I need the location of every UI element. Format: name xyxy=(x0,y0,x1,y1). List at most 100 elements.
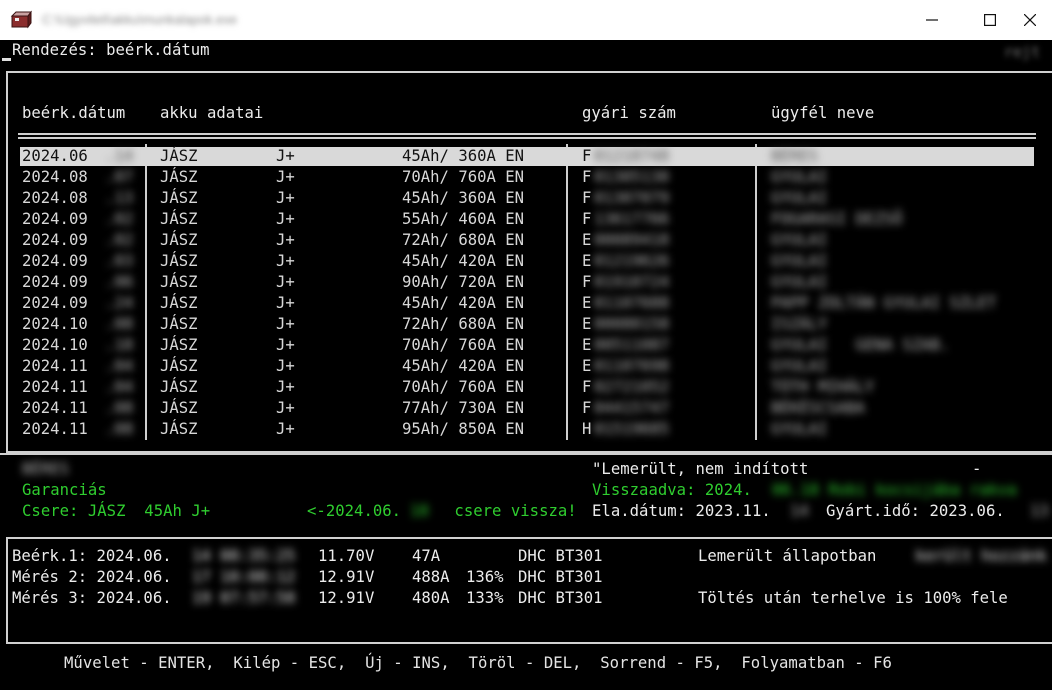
row-date-hidden: .08 xyxy=(105,420,134,438)
row-date-hidden: .13 xyxy=(105,189,134,207)
row-date: 2024.06 xyxy=(22,147,88,165)
function-key-help: Művelet - ENTER, Kilép - ESC, Új - INS, … xyxy=(64,654,892,672)
measurement-row[interactable]: Mérés 2: 2024.06. 17 10:08:12 12.91V 488A 13… xyxy=(0,567,1052,588)
table-row[interactable]: 2024.09 .02 JÁSZ J+ 72Ah/ 680A EN E 00089418 GY… xyxy=(0,230,1052,251)
returned-info: Visszaadva: 2024. xyxy=(592,481,752,499)
row-date-hidden: .02 xyxy=(105,210,134,228)
row-date: 2024.09 xyxy=(22,210,88,228)
row-customer: FOGARASI DEZSŐ xyxy=(771,210,903,228)
record-detail: BÉRES Garanciás Csere: JÁSZ 45Ah J+ <-20… xyxy=(0,459,1052,534)
measurement-label: Beérk.1: 2024.06. xyxy=(12,547,172,565)
column-header-customer: ügyfél neve xyxy=(771,104,875,122)
row-serial-prefix: F xyxy=(582,273,592,291)
measurement-note: Töltés után terhelve is 100% fele xyxy=(698,589,1008,607)
table-row[interactable]: 2024.11 .08 JÁSZ J+ 95Ah/ 850A EN H 01519685 GY… xyxy=(0,419,1052,440)
minimize-button[interactable] xyxy=(907,0,957,40)
row-serial-hidden: 01519685 xyxy=(594,420,670,438)
table-row[interactable]: 2024.08 .13 JÁSZ J+ 45Ah/ 360A EN F 01307079 GY… xyxy=(0,188,1052,209)
row-type: J+ xyxy=(276,315,295,333)
measurement-percent: 136% xyxy=(466,568,504,586)
window-titlebar: C:\Ugyviteli\akku\munkalapok.exe xyxy=(0,0,1052,40)
row-capacity: 45Ah/ 360A EN xyxy=(402,189,525,207)
row-customer: GYULAI xyxy=(771,168,828,186)
manufacture-date-hidden: 13 xyxy=(1030,502,1049,520)
row-type: J+ xyxy=(276,336,295,354)
row-customer: GYULAI xyxy=(771,273,828,291)
measurement-current: 480A xyxy=(412,589,450,607)
table-row-selected[interactable]: 2024.06 .14 JÁSZ J+ 45Ah/ 360A EN F 01218748 BÉ… xyxy=(0,146,1052,167)
row-type: J+ xyxy=(276,168,295,186)
row-brand: JÁSZ xyxy=(160,231,198,249)
column-header-battery: akku adatai xyxy=(160,104,264,122)
close-icon xyxy=(1024,14,1036,26)
measurement-voltage: 12.91V xyxy=(318,589,375,607)
row-capacity: 95Ah/ 850A EN xyxy=(402,420,525,438)
column-header-date: beérk.dátum xyxy=(22,104,126,122)
row-serial-hidden: 00511087 xyxy=(594,336,670,354)
table-row[interactable]: 2024.09 .02 JÁSZ J+ 55Ah/ 460A EN F 13617766 FO… xyxy=(0,209,1052,230)
table-row[interactable]: 2024.08 .07 JÁSZ J+ 70Ah/ 760A EN F 01305130 GY… xyxy=(0,167,1052,188)
row-capacity: 45Ah/ 420A EN xyxy=(402,252,525,270)
table-row[interactable]: 2024.09 .24 JÁSZ J+ 45Ah/ 420A EN E 01107688 PA… xyxy=(0,293,1052,314)
replacement-date-hidden: 18 xyxy=(410,502,429,520)
row-brand: JÁSZ xyxy=(160,336,198,354)
table-row[interactable]: 2024.10 .18 JÁSZ J+ 70Ah/ 760A EN E 00511087 GY… xyxy=(0,335,1052,356)
row-serial-prefix: H xyxy=(582,420,592,438)
row-customer: GYULAI xyxy=(771,420,828,438)
hidden-tag: rejt xyxy=(1004,43,1041,61)
row-serial-hidden: 01218748 xyxy=(594,147,670,165)
row-brand: JÁSZ xyxy=(160,189,198,207)
row-capacity: 90Ah/ 720A EN xyxy=(402,273,525,291)
row-date-hidden: .24 xyxy=(105,294,134,312)
minimize-icon xyxy=(926,19,938,21)
console-area[interactable]: Rendezés: beérk.dátum rejt beérk.dátum a… xyxy=(0,40,1052,690)
measurement-device: DHC BT301 xyxy=(518,589,603,607)
row-brand: JÁSZ xyxy=(160,420,198,438)
maximize-icon xyxy=(984,14,996,26)
measurement-row[interactable]: Beérk.1: 2024.06. 14 08:35:25 11.70V 47A DHC… xyxy=(0,546,1052,567)
row-date-hidden: .07 xyxy=(105,168,134,186)
row-customer: BÉKÉSCSABA xyxy=(771,399,865,417)
row-brand: JÁSZ xyxy=(160,294,198,312)
row-capacity: 72Ah/ 680A EN xyxy=(402,231,525,249)
detail-divider xyxy=(0,453,1052,455)
replacement-note: csere vissza! xyxy=(445,502,577,520)
table-row[interactable]: 2024.10 .08 JÁSZ J+ 72Ah/ 680A EN E 00080158 IS… xyxy=(0,314,1052,335)
row-serial-prefix: E xyxy=(582,336,592,354)
row-brand: JÁSZ xyxy=(160,357,198,375)
table-row[interactable]: 2024.09 .03 JÁSZ J+ 45Ah/ 420A EN E 01219626 GY… xyxy=(0,251,1052,272)
window-title: C:\Ugyviteli\akku\munkalapok.exe xyxy=(42,12,238,27)
row-capacity: 55Ah/ 460A EN xyxy=(402,210,525,228)
measurement-time-hidden: 19 07:57:58 xyxy=(192,589,296,607)
close-button[interactable] xyxy=(1008,0,1052,40)
complaint-text: "Lemerült, nem indított xyxy=(592,460,809,478)
complaint-marker: - xyxy=(972,460,982,478)
table-row[interactable]: 2024.11 .04 JÁSZ J+ 70Ah/ 760A EN F 02721052 TÓ… xyxy=(0,377,1052,398)
table-row[interactable]: 2024.11 .08 JÁSZ J+ 77Ah/ 730A EN F 04415747 BÉ… xyxy=(0,398,1052,419)
measurement-note-hidden: került hozzánk xyxy=(906,547,1047,565)
measurement-voltage: 12.91V xyxy=(318,568,375,586)
returned-info-hidden: 06.18 Robi kocsijába rakva xyxy=(772,481,1017,499)
row-serial-prefix: F xyxy=(582,189,592,207)
row-date-hidden: .03 xyxy=(105,252,134,270)
table-row[interactable]: 2024.11 .04 JÁSZ J+ 45Ah/ 420A EN E 01107698 GY… xyxy=(0,356,1052,377)
row-customer: GYULAI xyxy=(771,189,828,207)
row-type: J+ xyxy=(276,210,295,228)
row-type: J+ xyxy=(276,294,295,312)
row-customer: GYULAI xyxy=(771,252,828,270)
row-customer: PAPP ZOLTÁN GYULAI SZLET xyxy=(771,294,997,312)
row-serial-prefix: E xyxy=(582,252,592,270)
row-serial-hidden: 01910724 xyxy=(594,273,670,291)
row-date: 2024.11 xyxy=(22,378,88,396)
replacement-date: <-2024.06. xyxy=(307,502,402,520)
row-type: J+ xyxy=(276,420,295,438)
manufacture-date: Gyárt.idő: 2023.06. xyxy=(826,502,1005,520)
measurement-row[interactable]: Mérés 3: 2024.06. 19 07:57:58 12.91V 480A 13… xyxy=(0,588,1052,609)
row-date-hidden: .04 xyxy=(105,378,134,396)
row-serial-hidden: 01219626 xyxy=(594,252,670,270)
table-row[interactable]: 2024.09 .06 JÁSZ J+ 90Ah/ 720A EN F 01910724 GY… xyxy=(0,272,1052,293)
row-serial-prefix: F xyxy=(582,147,592,165)
row-brand: JÁSZ xyxy=(160,273,198,291)
text-cursor xyxy=(2,58,11,61)
row-capacity: 45Ah/ 420A EN xyxy=(402,294,525,312)
